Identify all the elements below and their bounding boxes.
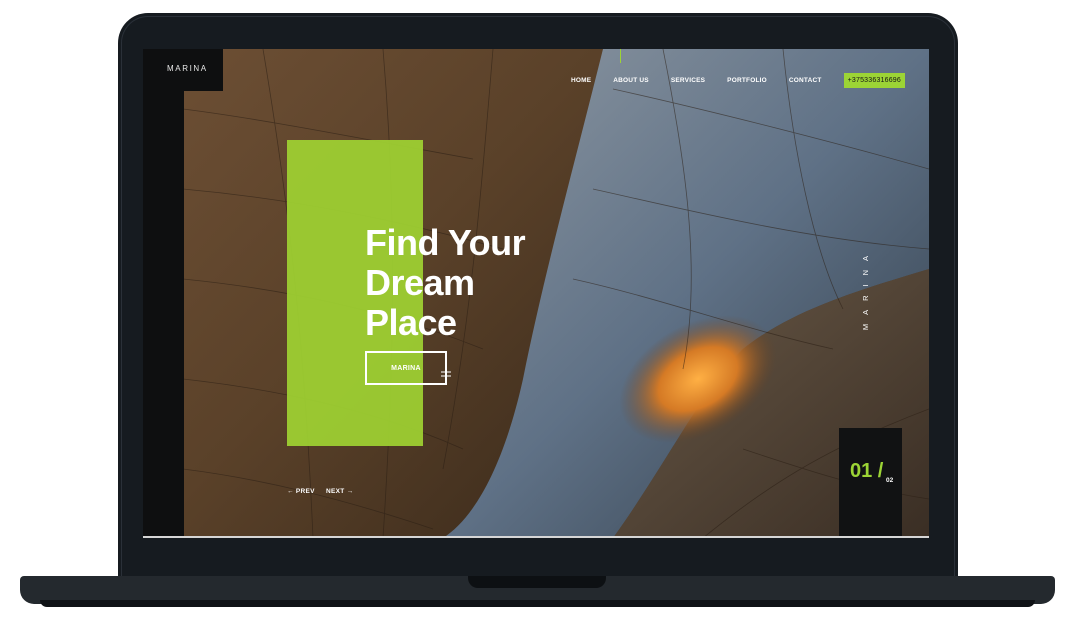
screen-bottom-edge — [143, 536, 929, 538]
slide-counter-total: 02 — [886, 477, 894, 484]
nav-home[interactable]: HOME — [571, 77, 591, 84]
slider-prev-button[interactable]: ← PREV — [287, 488, 315, 495]
vertical-brand-text: MARINA — [861, 247, 870, 331]
slide-counter: 01 / 02 — [839, 428, 902, 538]
logo-box[interactable]: MARINA — [143, 49, 223, 91]
hero-background-image — [143, 49, 929, 538]
slide-counter-current: 01 / — [850, 460, 884, 482]
laptop-hinge-notch — [468, 576, 606, 588]
nav-contact[interactable]: CONTACT — [789, 77, 822, 84]
site-logo-text[interactable]: MARINA — [167, 64, 208, 73]
menu-lines-icon — [441, 371, 451, 377]
slider-next-button[interactable]: NEXT → — [326, 488, 353, 495]
cta-label: MARINA — [391, 364, 421, 372]
nav-accent-line — [620, 49, 621, 63]
nav-services[interactable]: SERVICES — [671, 77, 705, 84]
main-navigation: HOME ABOUT US SERVICES PORTFOLIO CONTACT… — [571, 72, 929, 88]
headline-line-1: Find Your — [365, 222, 526, 263]
hero-headline: Find Your Dream Place — [365, 222, 526, 343]
nav-portfolio[interactable]: PORTFOLIO — [727, 77, 767, 84]
headline-line-3: Place — [365, 302, 457, 343]
hero-cta-button[interactable]: MARINA — [365, 351, 447, 385]
laptop-base-shadow — [40, 600, 1035, 607]
headline-line-2: Dream — [365, 262, 475, 303]
website-screen: MARINA HOME ABOUT US SERVICES PORTFOLIO … — [143, 49, 929, 538]
phone-button[interactable]: +375336316696 — [843, 72, 905, 88]
nav-about-us[interactable]: ABOUT US — [613, 77, 649, 84]
left-sidebar-rail — [143, 49, 184, 538]
